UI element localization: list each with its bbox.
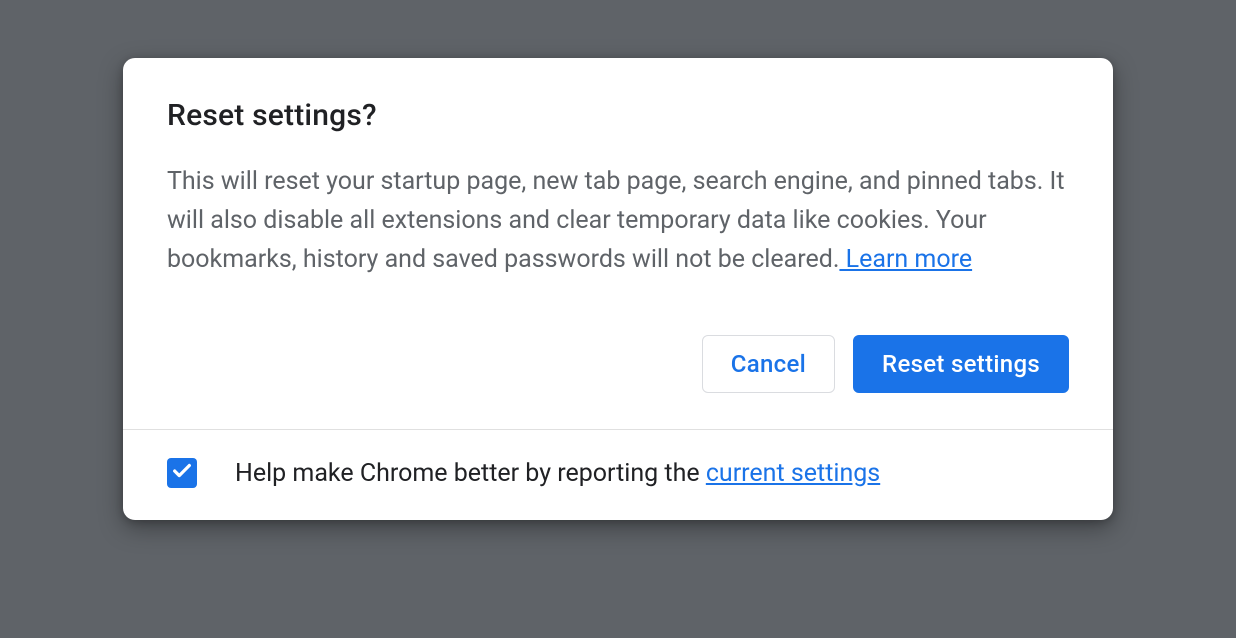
dialog-actions: Cancel Reset settings xyxy=(167,335,1069,393)
learn-more-link[interactable]: Learn more xyxy=(839,245,972,274)
dialog-description: This will reset your startup page, new t… xyxy=(167,163,1069,279)
dialog-footer: Help make Chrome better by reporting the… xyxy=(123,429,1113,520)
cancel-button[interactable]: Cancel xyxy=(702,335,835,393)
dialog-body: Reset settings? This will reset your sta… xyxy=(123,58,1113,429)
reset-settings-button[interactable]: Reset settings xyxy=(853,335,1069,393)
report-settings-checkbox[interactable] xyxy=(167,458,197,488)
check-icon xyxy=(171,460,193,486)
reset-settings-dialog: Reset settings? This will reset your sta… xyxy=(123,58,1113,520)
footer-text: Help make Chrome better by reporting the… xyxy=(235,459,880,488)
dialog-title: Reset settings? xyxy=(167,98,1069,133)
footer-help-text: Help make Chrome better by reporting the xyxy=(235,459,706,488)
current-settings-link[interactable]: current settings xyxy=(706,459,880,488)
